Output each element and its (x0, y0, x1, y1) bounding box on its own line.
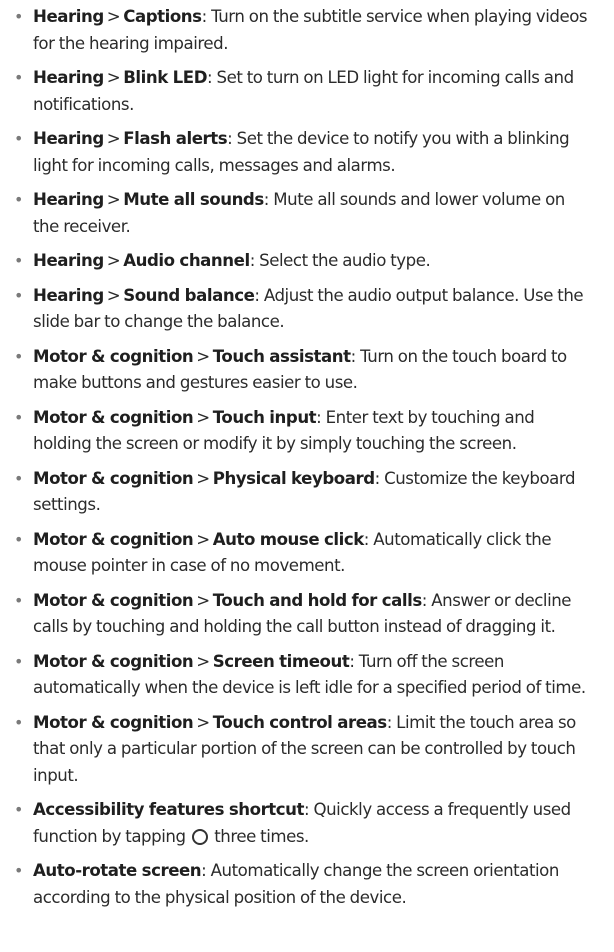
setting-name: Captions (123, 7, 202, 26)
list-item-auto-rotate-screen: • Auto-rotate screen: Automatically chang… (12, 858, 590, 911)
list-item-touch-and-hold-for-calls: • Motor & cognition > Touch and hold for ca… (12, 588, 590, 641)
category-label: Motor & cognition (33, 346, 194, 366)
bullet: • (14, 346, 23, 366)
category-label: Hearing (33, 129, 104, 148)
path-separator: > (196, 346, 210, 366)
setting-name: Accessibility features shortcut (33, 800, 305, 819)
list-item-auto-mouse-click: • Motor & cognition > Auto mouse click: Aut… (12, 527, 590, 580)
bullet: • (14, 285, 23, 305)
bullet: • (14, 190, 23, 209)
path-separator: > (106, 190, 121, 209)
bullet: • (14, 529, 23, 549)
setting-description: : Select the audio type. (249, 251, 431, 270)
category-label: Hearing (33, 7, 104, 26)
bullet: • (14, 590, 23, 610)
list-item-touch-control-areas: • Motor & cognition > Touch control areas: … (12, 710, 590, 790)
bullet: • (14, 251, 23, 270)
path-separator: > (196, 712, 210, 732)
bullet: • (14, 712, 23, 732)
bullet: • (14, 468, 23, 488)
setting-name: Touch input (212, 407, 317, 427)
setting-name: Audio channel (123, 251, 250, 270)
list-item-accessibility-shortcut: • Accessibility features shortcut: Quickl… (12, 797, 590, 850)
category-label: Hearing (33, 285, 104, 305)
list-item-touch-assistant: • Motor & cognition > Touch assistant: Turn… (12, 344, 590, 397)
category-label: Motor & cognition (33, 651, 194, 671)
bullet: • (14, 800, 23, 819)
path-separator: > (196, 468, 210, 488)
list-item-touch-input: • Motor & cognition > Touch input: Enter te… (12, 405, 590, 458)
category-label: Hearing (33, 68, 104, 87)
category-label: Motor & cognition (33, 468, 194, 488)
list-item-physical-keyboard: • Motor & cognition > Physical keyboard: Cu… (12, 466, 590, 519)
accessibility-settings-list: • Hearing > Captions: Turn on the subtitle … (12, 4, 590, 911)
path-separator: > (196, 651, 210, 671)
document-page: • Hearing > Captions: Turn on the subtitle … (0, 0, 614, 952)
path-separator: > (106, 129, 121, 148)
list-item-blink-led: • Hearing > Blink LED: Set to turn on LED l… (12, 65, 590, 118)
bullet: • (14, 68, 23, 87)
setting-name: Touch control areas (212, 712, 387, 732)
path-separator: > (196, 407, 210, 427)
bullet: • (14, 129, 23, 148)
setting-name: Sound balance (123, 285, 255, 305)
setting-name: Flash alerts (123, 129, 228, 148)
path-separator: > (106, 68, 121, 87)
list-item-mute-all-sounds: • Hearing > Mute all sounds: Mute all sound… (12, 187, 590, 240)
setting-name: Auto-rotate screen (33, 861, 202, 880)
path-separator: > (106, 251, 121, 270)
bullet: • (14, 651, 23, 671)
home-button-circle-icon (191, 828, 208, 845)
category-label: Motor & cognition (33, 590, 194, 610)
list-item-audio-channel: • Hearing > Audio channel: Select the audio… (12, 248, 590, 275)
setting-name: Screen timeout (212, 651, 350, 671)
category-label: Motor & cognition (33, 407, 194, 427)
list-item-flash-alerts: • Hearing > Flash alerts: Set the device to… (12, 126, 590, 179)
bullet: • (14, 7, 23, 26)
list-item-captions: • Hearing > Captions: Turn on the subtitle … (12, 4, 590, 57)
path-separator: > (106, 7, 121, 26)
setting-name: Auto mouse click (212, 529, 365, 549)
category-label: Motor & cognition (33, 712, 194, 732)
category-label: Motor & cognition (33, 529, 194, 549)
path-separator: > (106, 285, 121, 305)
setting-name: Blink LED (123, 68, 208, 87)
category-label: Hearing (33, 190, 104, 209)
setting-description-end: three times. (214, 826, 309, 846)
setting-name: Touch and hold for calls (212, 590, 422, 610)
category-label: Hearing (33, 251, 104, 270)
list-item-screen-timeout: • Motor & cognition > Screen timeout: Turn … (12, 649, 590, 702)
setting-name: Touch assistant (212, 346, 351, 366)
path-separator: > (196, 590, 210, 610)
list-item-sound-balance: • Hearing > Sound balance: Adjust the audio… (12, 283, 590, 336)
bullet: • (14, 861, 23, 880)
setting-name: Physical keyboard (212, 468, 375, 488)
path-separator: > (196, 529, 210, 549)
setting-name: Mute all sounds (123, 190, 264, 209)
bullet: • (14, 407, 23, 427)
